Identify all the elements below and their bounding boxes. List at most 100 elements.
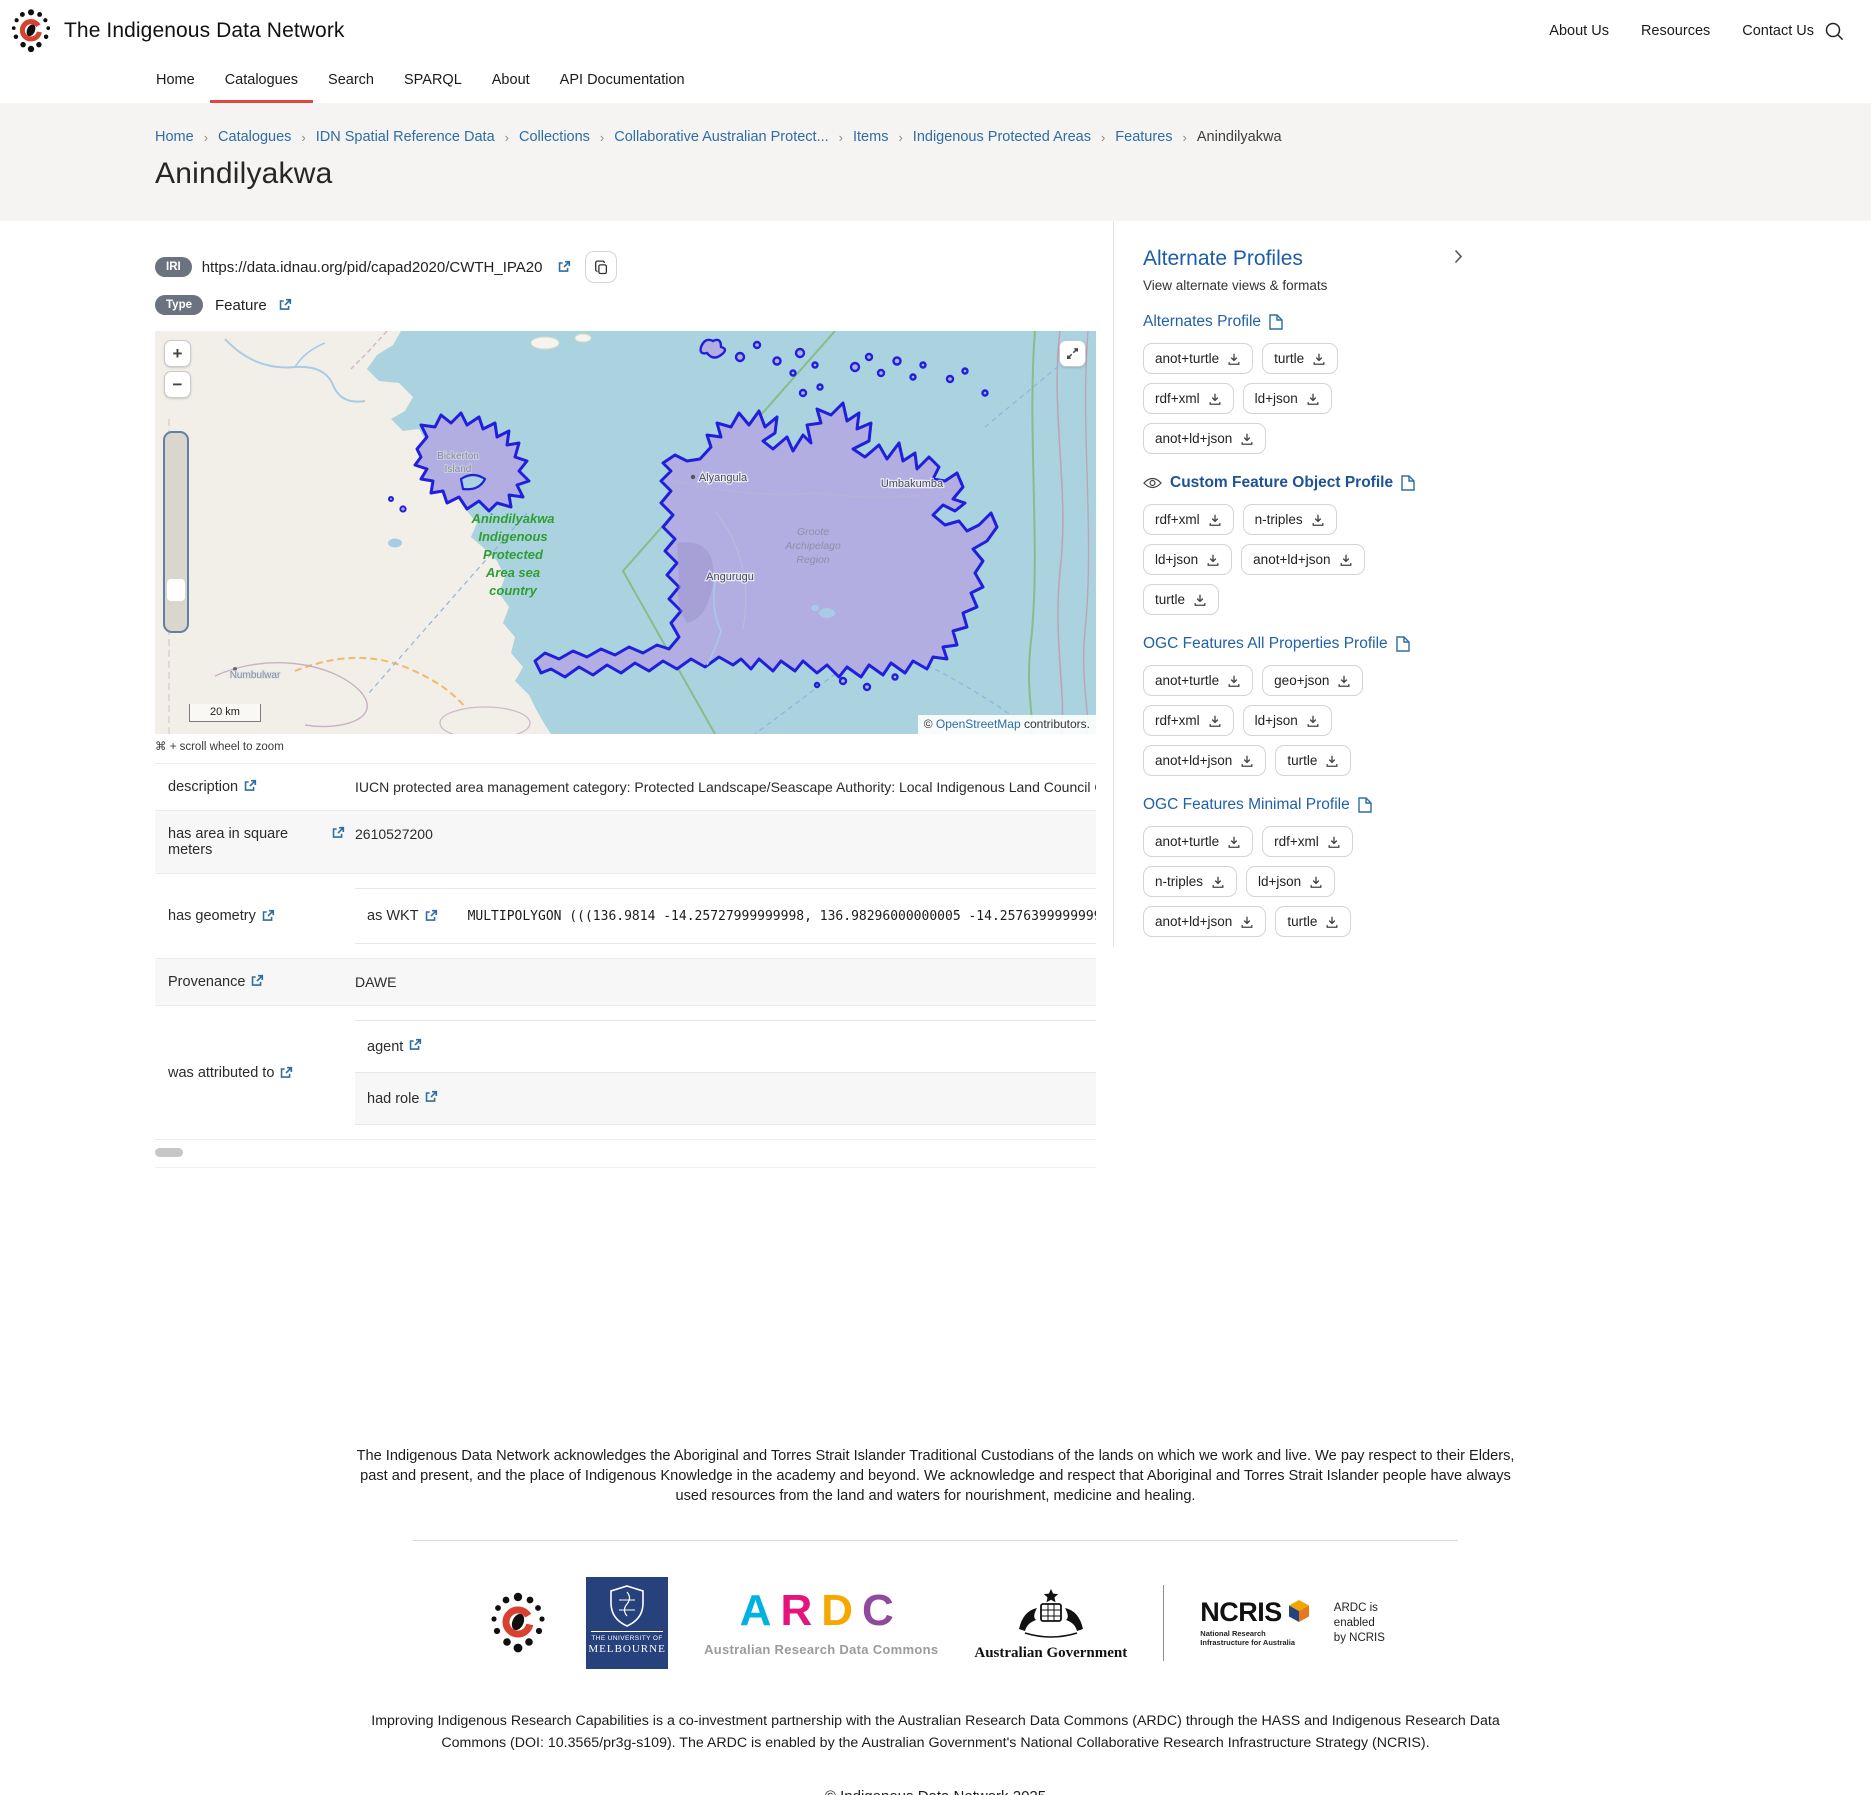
map-label-region-3: Region <box>796 554 829 566</box>
map-zoom-in-button[interactable]: + <box>164 340 191 367</box>
format-chip-geo+json[interactable]: geo+json <box>1262 665 1363 696</box>
format-chip-n-triples[interactable]: n-triples <box>1143 866 1237 897</box>
tab-sparql[interactable]: SPARQL <box>389 62 477 103</box>
horizontal-scrollbar[interactable] <box>155 1148 1096 1168</box>
map-scale-bar: 20 km <box>189 704 261 722</box>
format-chip-anot+ld+json[interactable]: anot+ld+json <box>1143 745 1266 776</box>
ardc-logo[interactable]: ARDC Australian Research Data Commons <box>704 1589 938 1657</box>
nested-property-row: agent <box>355 1020 1096 1073</box>
external-link-icon[interactable] <box>557 260 571 274</box>
format-chip-rdf+xml[interactable]: rdf+xml <box>1143 705 1234 736</box>
format-chip-turtle[interactable]: turtle <box>1275 745 1351 776</box>
format-chip-rdf+xml[interactable]: rdf+xml <box>1143 504 1234 535</box>
header-link[interactable]: About Us <box>1549 23 1609 39</box>
download-icon <box>1240 432 1254 446</box>
map-label-umbakumba: Umbakumba <box>881 478 944 490</box>
profile-title-link[interactable]: Custom Feature Object Profile <box>1143 474 1463 492</box>
scrollbar-thumb[interactable] <box>155 1148 183 1157</box>
map-label-ipa-1: Anindilyakwa <box>470 511 554 526</box>
nested-property-row: had role <box>355 1073 1096 1125</box>
tab-home[interactable]: Home <box>141 62 210 103</box>
external-link-icon[interactable] <box>279 1066 293 1080</box>
breadcrumb-item[interactable]: Collaborative Australian Protect... <box>614 129 828 145</box>
external-link-icon[interactable] <box>261 909 275 923</box>
breadcrumb-item[interactable]: Collections <box>519 129 590 145</box>
document-icon[interactable] <box>1269 314 1283 330</box>
external-link-icon[interactable] <box>278 298 292 312</box>
iri-row: IRI https://data.idnau.org/pid/capad2020… <box>155 251 1096 283</box>
tab-search[interactable]: Search <box>313 62 389 103</box>
format-chip-anot+ld+json[interactable]: anot+ld+json <box>1143 423 1266 454</box>
format-chip-anot+turtle[interactable]: anot+turtle <box>1143 343 1253 374</box>
download-icon <box>1306 714 1320 728</box>
external-link-icon[interactable] <box>424 909 438 923</box>
format-chip-anot+turtle[interactable]: anot+turtle <box>1143 826 1253 857</box>
breadcrumb: Home›Catalogues›IDN Spatial Reference Da… <box>155 129 1871 145</box>
brand[interactable]: The Indigenous Data Network <box>8 8 345 54</box>
idn-logo[interactable] <box>486 1591 550 1655</box>
map-zoom-slider-thumb[interactable] <box>167 579 185 601</box>
download-icon <box>1240 915 1254 929</box>
osm-link[interactable]: OpenStreetMap <box>936 717 1021 731</box>
format-chip-anot+ld+json[interactable]: anot+ld+json <box>1241 544 1364 575</box>
profile-sections: Alternates Profile anot+turtle turtle rdf+x… <box>1143 313 1463 937</box>
copy-iri-button[interactable] <box>585 251 617 283</box>
brand-title: The Indigenous Data Network <box>64 19 345 43</box>
university-of-melbourne-logo[interactable]: THE UNIVERSITY OF MELBOURNE <box>586 1577 668 1669</box>
breadcrumb-separator: › <box>495 130 519 145</box>
map-zoom-out-button[interactable]: − <box>164 371 191 398</box>
header-link[interactable]: Contact Us <box>1742 23 1814 39</box>
australian-government-logo[interactable]: Australian Government <box>974 1585 1127 1662</box>
property-label: was attributed to <box>155 1006 355 1139</box>
format-chip-turtle[interactable]: turtle <box>1262 343 1338 374</box>
breadcrumb-item[interactable]: Items <box>853 129 888 145</box>
content-column: IRI https://data.idnau.org/pid/capad2020… <box>155 221 1096 1168</box>
breadcrumb-item[interactable]: Home <box>155 129 194 145</box>
tab-catalogues[interactable]: Catalogues <box>210 62 313 103</box>
map-label-region-2: Archipelago <box>784 540 841 552</box>
format-chip-anot+ld+json[interactable]: anot+ld+json <box>1143 906 1266 937</box>
map-label-ipa-5: country <box>489 583 537 598</box>
download-icon <box>1193 593 1207 607</box>
format-chip-n-triples[interactable]: n-triples <box>1243 504 1337 535</box>
tab-about[interactable]: About <box>477 62 545 103</box>
app-header: The Indigenous Data Network About Us Reso… <box>0 0 1871 62</box>
page: The Indigenous Data Network About Us Reso… <box>0 0 1871 1795</box>
format-chip-turtle[interactable]: turtle <box>1143 584 1219 615</box>
format-chip-ld+json[interactable]: ld+json <box>1243 383 1332 414</box>
profile-title-link[interactable]: OGC Features Minimal Profile <box>1143 796 1463 814</box>
external-link-icon[interactable] <box>408 1038 422 1052</box>
breadcrumb-item[interactable]: Catalogues <box>218 129 291 145</box>
format-chip-ld+json[interactable]: ld+json <box>1246 866 1335 897</box>
search-icon[interactable] <box>1824 21 1845 42</box>
breadcrumb-item[interactable]: Features <box>1115 129 1172 145</box>
header-link[interactable]: Resources <box>1641 23 1710 39</box>
map-svg: Bickerton Island Alyangula Umbakumba Ang… <box>155 331 1096 734</box>
document-icon[interactable] <box>1401 475 1415 491</box>
profile-section: Alternates Profile anot+turtle turtle rdf+x… <box>1143 313 1463 454</box>
external-link-icon[interactable] <box>250 974 264 988</box>
format-chip-ld+json[interactable]: ld+json <box>1143 544 1232 575</box>
alternate-profiles-subtitle: View alternate views & formats <box>1143 278 1463 293</box>
format-chip-ld+json[interactable]: ld+json <box>1243 705 1332 736</box>
collapse-panel-chevron-icon[interactable] <box>1454 249 1463 269</box>
format-chip-turtle[interactable]: turtle <box>1275 906 1351 937</box>
tab-api-documentation[interactable]: API Documentation <box>545 62 700 103</box>
external-link-icon[interactable] <box>424 1090 438 1104</box>
format-chip-rdf+xml[interactable]: rdf+xml <box>1143 383 1234 414</box>
breadcrumb-item[interactable]: IDN Spatial Reference Data <box>316 129 495 145</box>
breadcrumb-item[interactable]: Indigenous Protected Areas <box>913 129 1091 145</box>
document-icon[interactable] <box>1358 797 1372 813</box>
map-fullscreen-button[interactable] <box>1059 340 1086 367</box>
external-link-icon[interactable] <box>331 826 345 840</box>
ncris-logo[interactable]: NCRIS National Research Infrastructure f… <box>1200 1599 1385 1649</box>
footer-logos: THE UNIVERSITY OF MELBOURNE ARDC Austral… <box>0 1577 1871 1669</box>
external-link-icon[interactable] <box>243 779 257 793</box>
profile-title-link[interactable]: Alternates Profile <box>1143 313 1463 331</box>
document-icon[interactable] <box>1396 636 1410 652</box>
map-zoom-slider[interactable] <box>163 431 189 633</box>
map-canvas[interactable]: Bickerton Island Alyangula Umbakumba Ang… <box>155 331 1096 734</box>
format-chip-anot+turtle[interactable]: anot+turtle <box>1143 665 1253 696</box>
profile-title-link[interactable]: OGC Features All Properties Profile <box>1143 635 1463 653</box>
format-chip-rdf+xml[interactable]: rdf+xml <box>1262 826 1353 857</box>
